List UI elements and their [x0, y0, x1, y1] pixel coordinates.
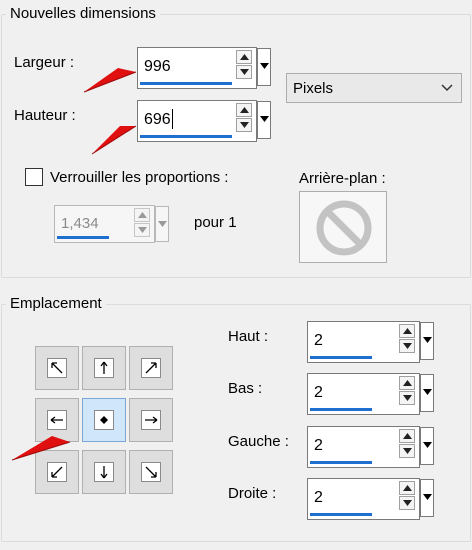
- haut-down-button[interactable]: [399, 339, 415, 353]
- arriere-plan-swatch[interactable]: [299, 191, 387, 263]
- ratio-dropdown-button: [155, 206, 169, 242]
- center-dot-icon: [100, 416, 108, 424]
- arrow-down-right-icon: [145, 466, 157, 478]
- droite-dropdown-button[interactable]: [420, 479, 434, 517]
- droite-label: Droite :: [228, 485, 277, 502]
- arrow-down-left-icon: [51, 466, 63, 478]
- arrow-right-icon: [145, 416, 158, 424]
- hauteur-value[interactable]: 696: [144, 111, 171, 129]
- gauche-value[interactable]: 2: [314, 437, 323, 455]
- nouvelles-dimensions-title: Nouvelles dimensions: [6, 5, 160, 22]
- largeur-up-button[interactable]: [236, 50, 252, 64]
- bas-label: Bas :: [228, 380, 263, 397]
- haut-value[interactable]: 2: [314, 332, 323, 350]
- largeur-spinbox[interactable]: 996: [137, 47, 257, 89]
- hauteur-label: Hauteur :: [14, 107, 76, 124]
- bas-dropdown-button[interactable]: [420, 374, 434, 412]
- bas-up-button[interactable]: [399, 376, 415, 390]
- hauteur-spinbox[interactable]: 696: [137, 100, 257, 142]
- droite-value[interactable]: 2: [314, 489, 323, 507]
- gauche-label: Gauche :: [228, 433, 289, 450]
- arrow-up-icon: [100, 361, 108, 374]
- unit-select[interactable]: Pixels: [286, 73, 462, 103]
- ratio-value: 1,434: [61, 215, 99, 232]
- anchor-center[interactable]: [82, 398, 126, 442]
- ratio-suffix: pour 1: [194, 214, 237, 231]
- hauteur-down-button[interactable]: [236, 118, 252, 132]
- bas-value[interactable]: 2: [314, 384, 323, 402]
- haut-dropdown-button[interactable]: [420, 322, 434, 360]
- haut-up-button[interactable]: [399, 324, 415, 338]
- unit-select-value: Pixels: [293, 80, 334, 97]
- arrow-up-right-icon: [145, 362, 157, 374]
- largeur-down-button[interactable]: [236, 65, 252, 79]
- anchor-right[interactable]: [129, 398, 173, 442]
- arrow-down-icon: [100, 466, 108, 479]
- arrow-up-left-icon: [51, 362, 63, 374]
- no-background-icon: [316, 200, 372, 256]
- hauteur-up-button[interactable]: [236, 103, 252, 117]
- ratio-down-button: [134, 223, 150, 237]
- annotation-arrow-hauteur: [91, 125, 137, 155]
- anchor-bottom-right[interactable]: [129, 450, 173, 494]
- ratio-up-button: [134, 208, 150, 222]
- annotation-arrow-largeur: [83, 68, 137, 93]
- gauche-down-button[interactable]: [399, 444, 415, 458]
- haut-spinbox[interactable]: 2: [307, 321, 420, 363]
- gauche-spinbox[interactable]: 2: [307, 426, 420, 468]
- gauche-dropdown-button[interactable]: [420, 427, 434, 465]
- largeur-dropdown-button[interactable]: [257, 48, 271, 86]
- droite-up-button[interactable]: [399, 481, 415, 495]
- haut-label: Haut :: [228, 328, 269, 345]
- hauteur-dropdown-button[interactable]: [257, 101, 271, 139]
- emplacement-title: Emplacement: [6, 295, 106, 312]
- anchor-bottom[interactable]: [82, 450, 126, 494]
- droite-down-button[interactable]: [399, 496, 415, 510]
- lock-proportions-label[interactable]: Verrouiller les proportions :: [50, 169, 228, 186]
- annotation-arrow-emplacement: [11, 436, 71, 461]
- bas-down-button[interactable]: [399, 391, 415, 405]
- bas-spinbox[interactable]: 2: [307, 373, 420, 415]
- droite-spinbox[interactable]: 2: [307, 478, 420, 520]
- largeur-label: Largeur :: [14, 54, 75, 71]
- anchor-top-right[interactable]: [129, 346, 173, 390]
- lock-proportions-checkbox[interactable]: [25, 168, 43, 186]
- largeur-value[interactable]: 996: [144, 58, 171, 76]
- anchor-top[interactable]: [82, 346, 126, 390]
- chevron-down-icon: [441, 84, 453, 92]
- gauche-up-button[interactable]: [399, 429, 415, 443]
- ratio-spinbox: 1,434: [54, 205, 155, 243]
- arrow-left-icon: [50, 416, 63, 424]
- anchor-top-left[interactable]: [35, 346, 79, 390]
- arriere-plan-label: Arrière-plan :: [299, 170, 386, 187]
